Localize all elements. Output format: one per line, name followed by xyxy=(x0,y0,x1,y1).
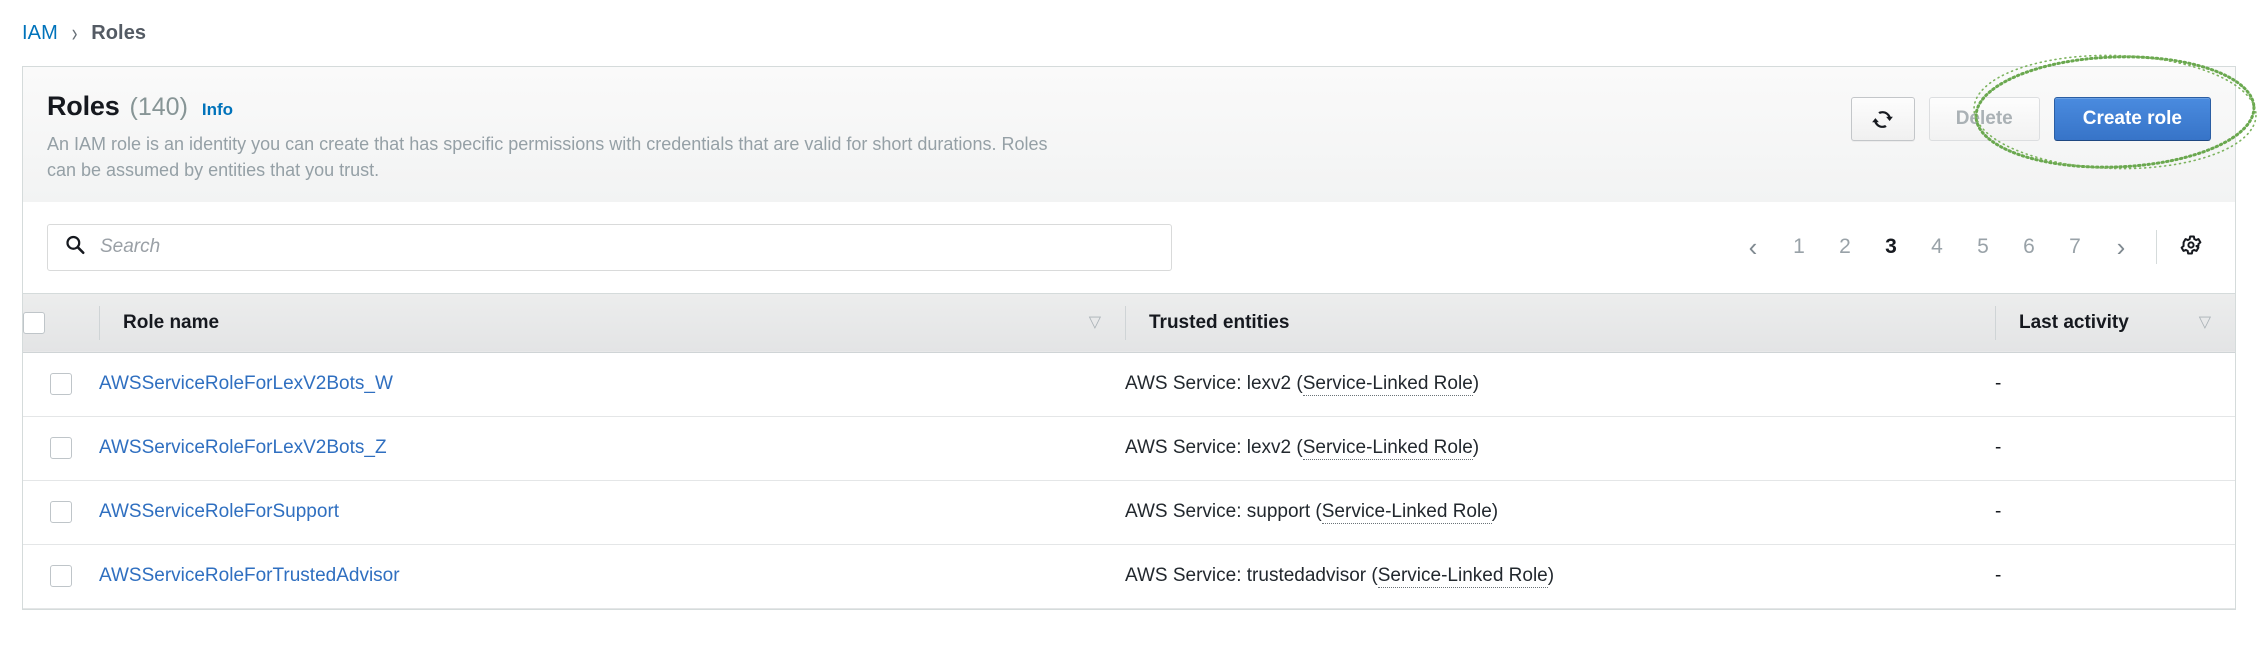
role-name-link[interactable]: AWSServiceRoleForTrustedAdvisor xyxy=(99,565,400,586)
row-checkbox[interactable] xyxy=(50,437,72,460)
pagination-page-2[interactable]: 2 xyxy=(1822,225,1868,269)
roles-table: Role name ▽ Trusted entities Last activi… xyxy=(23,292,2235,609)
pagination-prev-button[interactable]: ‹ xyxy=(1730,225,1776,269)
create-role-button[interactable]: Create role xyxy=(2053,97,2211,141)
role-name-link[interactable]: AWSServiceRoleForLexV2Bots_W xyxy=(99,373,393,394)
filter-row: ‹ 1 2 3 4 5 6 7 › xyxy=(23,202,2235,293)
role-name-link[interactable]: AWSServiceRoleForLexV2Bots_Z xyxy=(99,437,387,458)
service-linked-role-label[interactable]: Service-Linked Role xyxy=(1302,373,1473,397)
trusted-entity-prefix: AWS Service: lexv2 ( xyxy=(1125,373,1303,395)
delete-button[interactable]: Delete xyxy=(1928,97,2040,141)
row-select-cell xyxy=(23,544,99,609)
breadcrumb-current-roles: Roles xyxy=(91,21,147,44)
table-row: AWSServiceRoleForLexV2Bots_Z AWS Service… xyxy=(23,416,2235,481)
info-link[interactable]: Info xyxy=(202,100,233,120)
pagination-page-4[interactable]: 4 xyxy=(1914,225,1960,269)
refresh-icon xyxy=(1871,108,1894,131)
trusted-entity-suffix: ) xyxy=(1472,437,1480,459)
trusted-entity-prefix: AWS Service: lexv2 ( xyxy=(1125,437,1303,459)
pagination-next-button[interactable]: › xyxy=(2098,225,2144,269)
roles-panel: Roles (140) Info An IAM role is an ident… xyxy=(22,54,2257,610)
row-checkbox[interactable] xyxy=(50,501,72,524)
last-activity-value: - xyxy=(1995,501,2002,523)
page-description: An IAM role is an identity you can creat… xyxy=(47,134,1048,181)
breadcrumb-link-iam[interactable]: IAM xyxy=(22,22,58,45)
table-row: AWSServiceRoleForLexV2Bots_W AWS Service… xyxy=(23,352,2235,417)
search-box xyxy=(47,223,1172,271)
title-block: Roles (140) Info An IAM role is an ident… xyxy=(47,89,1057,202)
cell-last-activity: - xyxy=(1995,352,2235,417)
roles-count: (140) xyxy=(129,93,188,121)
trusted-entity-suffix: ) xyxy=(1491,501,1499,523)
pagination: ‹ 1 2 3 4 5 6 7 › xyxy=(1730,225,2211,269)
page-title: Roles xyxy=(47,91,120,121)
pagination-page-6[interactable]: 6 xyxy=(2006,225,2052,269)
trusted-entity-prefix: AWS Service: support ( xyxy=(1125,501,1322,523)
column-header-trusted-entities[interactable]: Trusted entities xyxy=(1125,292,1995,353)
cell-role-name: AWSServiceRoleForSupport xyxy=(99,480,1125,545)
column-header-last-activity[interactable]: Last activity ▽ xyxy=(1995,292,2235,353)
last-activity-value: - xyxy=(1995,565,2002,587)
service-linked-role-label[interactable]: Service-Linked Role xyxy=(1321,501,1492,525)
table-header-row: Role name ▽ Trusted entities Last activi… xyxy=(23,292,2235,353)
last-activity-value: - xyxy=(1995,437,2002,459)
pagination-page-1[interactable]: 1 xyxy=(1776,225,1822,269)
cell-role-name: AWSServiceRoleForLexV2Bots_W xyxy=(99,352,1125,417)
pagination-page-3[interactable]: 3 xyxy=(1868,225,1914,269)
breadcrumb: IAM › Roles xyxy=(0,0,2258,66)
row-select-cell xyxy=(23,352,99,417)
cell-role-name: AWSServiceRoleForTrustedAdvisor xyxy=(99,544,1125,609)
cell-last-activity: - xyxy=(1995,416,2235,481)
sort-icon-role-name[interactable]: ▽ xyxy=(1089,314,1101,331)
table-row: AWSServiceRoleForSupport AWS Service: su… xyxy=(23,480,2235,545)
sort-icon-last-activity[interactable]: ▽ xyxy=(2199,314,2211,331)
trusted-entity-prefix: AWS Service: trustedadvisor ( xyxy=(1125,565,1378,587)
search-input[interactable] xyxy=(47,223,1172,271)
column-label-last-activity: Last activity xyxy=(2019,311,2129,333)
role-name-link[interactable]: AWSServiceRoleForSupport xyxy=(99,501,339,522)
cell-last-activity: - xyxy=(1995,544,2235,609)
column-label-trusted-entities: Trusted entities xyxy=(1149,311,1290,333)
trusted-entity-suffix: ) xyxy=(1472,373,1480,395)
row-checkbox[interactable] xyxy=(50,373,72,396)
column-header-role-name[interactable]: Role name ▽ xyxy=(99,292,1125,353)
select-all-checkbox[interactable] xyxy=(23,311,45,334)
gear-icon xyxy=(2179,233,2203,262)
cell-last-activity: - xyxy=(1995,480,2235,545)
header-actions: Delete Create role xyxy=(1850,89,2211,141)
chevron-right-icon: › xyxy=(71,18,78,47)
service-linked-role-label[interactable]: Service-Linked Role xyxy=(1302,437,1473,461)
row-checkbox[interactable] xyxy=(50,565,72,588)
cell-trusted-entities: AWS Service: lexv2 (Service-Linked Role) xyxy=(1125,352,1995,417)
service-linked-role-label[interactable]: Service-Linked Role xyxy=(1377,565,1548,589)
cell-trusted-entities: AWS Service: support (Service-Linked Rol… xyxy=(1125,480,1995,545)
refresh-button[interactable] xyxy=(1850,97,1915,141)
last-activity-value: - xyxy=(1995,373,2002,395)
cell-trusted-entities: AWS Service: lexv2 (Service-Linked Role) xyxy=(1125,416,1995,481)
row-select-cell xyxy=(23,480,99,545)
column-label-role-name: Role name xyxy=(123,311,220,333)
panel-header: Roles (140) Info An IAM role is an ident… xyxy=(23,54,2257,202)
column-header-select xyxy=(23,292,99,353)
pagination-page-7[interactable]: 7 xyxy=(2052,225,2098,269)
pagination-page-5[interactable]: 5 xyxy=(1960,225,2006,269)
cell-trusted-entities: AWS Service: trustedadvisor (Service-Lin… xyxy=(1125,544,1995,609)
row-select-cell xyxy=(23,416,99,481)
settings-button[interactable] xyxy=(2171,227,2211,267)
cell-role-name: AWSServiceRoleForLexV2Bots_Z xyxy=(99,416,1125,481)
pagination-divider xyxy=(2156,230,2157,265)
table-row: AWSServiceRoleForTrustedAdvisor AWS Serv… xyxy=(23,544,2235,609)
trusted-entity-suffix: ) xyxy=(1547,565,1555,587)
